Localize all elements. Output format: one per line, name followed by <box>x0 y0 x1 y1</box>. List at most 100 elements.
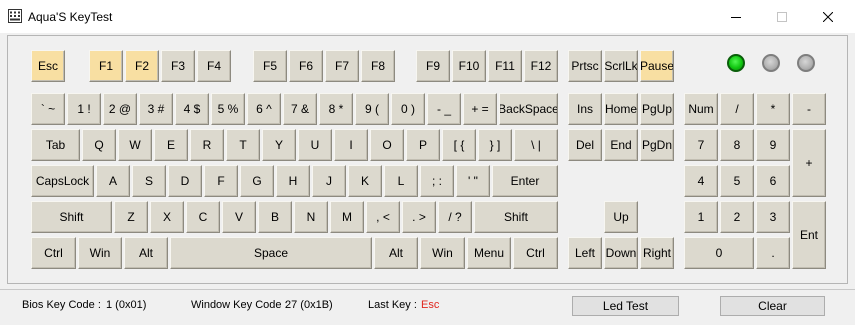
key-f5[interactable]: F5 <box>253 50 287 82</box>
key-f11[interactable]: F11 <box>488 50 522 82</box>
key-j[interactable]: J <box>312 165 346 197</box>
key-z[interactable]: Z <box>114 201 148 233</box>
key-left-win[interactable]: Win <box>78 237 122 269</box>
key-y[interactable]: Y <box>262 129 296 161</box>
key-f10[interactable]: F10 <box>452 50 486 82</box>
key-backtick[interactable]: ` ~ <box>31 93 65 125</box>
key-f12[interactable]: F12 <box>524 50 558 82</box>
key-up[interactable]: Up <box>604 201 638 233</box>
key-num-7[interactable]: 7 <box>684 129 718 161</box>
key-num-minus[interactable]: - <box>792 93 826 125</box>
key-c[interactable]: C <box>186 201 220 233</box>
key-prtsc[interactable]: Prtsc <box>568 50 602 82</box>
key-e[interactable]: E <box>154 129 188 161</box>
key-9[interactable]: 9 ( <box>355 93 389 125</box>
key-right[interactable]: Right <box>640 237 674 269</box>
key-l[interactable]: L <box>384 165 418 197</box>
key-tab[interactable]: Tab <box>31 129 80 161</box>
key-num-enter[interactable]: Ent <box>792 201 826 269</box>
key-2[interactable]: 2 @ <box>103 93 137 125</box>
key-right-win[interactable]: Win <box>420 237 465 269</box>
key-num-1[interactable]: 1 <box>684 201 718 233</box>
key-pause[interactable]: Pause <box>640 50 674 82</box>
key-down[interactable]: Down <box>604 237 638 269</box>
close-button[interactable] <box>805 0 851 33</box>
key-num-3[interactable]: 3 <box>756 201 790 233</box>
key-num-4[interactable]: 4 <box>684 165 718 197</box>
key-8[interactable]: 8 * <box>319 93 353 125</box>
key-6[interactable]: 6 ^ <box>247 93 281 125</box>
key-n[interactable]: N <box>294 201 328 233</box>
key-7[interactable]: 7 & <box>283 93 317 125</box>
key-right-bracket[interactable]: } ] <box>478 129 512 161</box>
key-b[interactable]: B <box>258 201 292 233</box>
key-1[interactable]: 1 ! <box>67 93 101 125</box>
key-v[interactable]: V <box>222 201 256 233</box>
key-f2[interactable]: F2 <box>125 50 159 82</box>
key-equals[interactable]: + = <box>463 93 497 125</box>
key-x[interactable]: X <box>150 201 184 233</box>
key-esc[interactable]: Esc <box>31 50 65 82</box>
key-0[interactable]: 0 ) <box>391 93 425 125</box>
key-left[interactable]: Left <box>568 237 602 269</box>
key-numlock[interactable]: Num <box>684 93 718 125</box>
key-right-alt[interactable]: Alt <box>374 237 418 269</box>
key-r[interactable]: R <box>190 129 224 161</box>
key-t[interactable]: T <box>226 129 260 161</box>
key-backspace[interactable]: BackSpace <box>499 93 558 125</box>
key-u[interactable]: U <box>298 129 332 161</box>
key-3[interactable]: 3 # <box>139 93 173 125</box>
key-backslash[interactable]: \ | <box>514 129 558 161</box>
key-left-bracket[interactable]: [ { <box>442 129 476 161</box>
key-num-2[interactable]: 2 <box>720 201 754 233</box>
key-space[interactable]: Space <box>170 237 372 269</box>
key-p[interactable]: P <box>406 129 440 161</box>
key-w[interactable]: W <box>118 129 152 161</box>
key-end[interactable]: End <box>604 129 638 161</box>
key-q[interactable]: Q <box>82 129 116 161</box>
key-home[interactable]: Home <box>604 93 638 125</box>
key-4[interactable]: 4 $ <box>175 93 209 125</box>
clear-button[interactable]: Clear <box>720 296 825 316</box>
key-5[interactable]: 5 % <box>211 93 245 125</box>
key-enter[interactable]: Enter <box>492 165 558 197</box>
key-m[interactable]: M <box>330 201 364 233</box>
key-capslock[interactable]: CapsLock <box>31 165 94 197</box>
key-s[interactable]: S <box>132 165 166 197</box>
key-num-plus[interactable]: + <box>792 129 826 197</box>
key-f7[interactable]: F7 <box>325 50 359 82</box>
minimize-button[interactable] <box>713 0 759 33</box>
key-left-ctrl[interactable]: Ctrl <box>31 237 76 269</box>
key-f1[interactable]: F1 <box>89 50 123 82</box>
key-num-6[interactable]: 6 <box>756 165 790 197</box>
key-del[interactable]: Del <box>568 129 602 161</box>
key-semicolon[interactable]: ; : <box>420 165 454 197</box>
key-left-alt[interactable]: Alt <box>124 237 168 269</box>
key-num-8[interactable]: 8 <box>720 129 754 161</box>
key-f9[interactable]: F9 <box>416 50 450 82</box>
key-i[interactable]: I <box>334 129 368 161</box>
key-f4[interactable]: F4 <box>197 50 231 82</box>
key-num-5[interactable]: 5 <box>720 165 754 197</box>
key-scrlk[interactable]: ScrlLk <box>604 50 638 82</box>
key-d[interactable]: D <box>168 165 202 197</box>
key-g[interactable]: G <box>240 165 274 197</box>
key-minus[interactable]: - _ <box>427 93 461 125</box>
key-ins[interactable]: Ins <box>568 93 602 125</box>
key-quote[interactable]: ' " <box>456 165 490 197</box>
key-num-decimal[interactable]: . <box>756 237 790 269</box>
key-num-divide[interactable]: / <box>720 93 754 125</box>
key-menu[interactable]: Menu <box>467 237 511 269</box>
key-a[interactable]: A <box>96 165 130 197</box>
key-comma[interactable]: , < <box>366 201 400 233</box>
key-num-0[interactable]: 0 <box>684 237 754 269</box>
led-test-button[interactable]: Led Test <box>572 296 679 316</box>
key-slash[interactable]: / ? <box>438 201 472 233</box>
key-o[interactable]: O <box>370 129 404 161</box>
key-right-ctrl[interactable]: Ctrl <box>513 237 558 269</box>
key-f8[interactable]: F8 <box>361 50 395 82</box>
key-right-shift[interactable]: Shift <box>474 201 558 233</box>
key-h[interactable]: H <box>276 165 310 197</box>
key-f6[interactable]: F6 <box>289 50 323 82</box>
key-num-multiply[interactable]: * <box>756 93 790 125</box>
